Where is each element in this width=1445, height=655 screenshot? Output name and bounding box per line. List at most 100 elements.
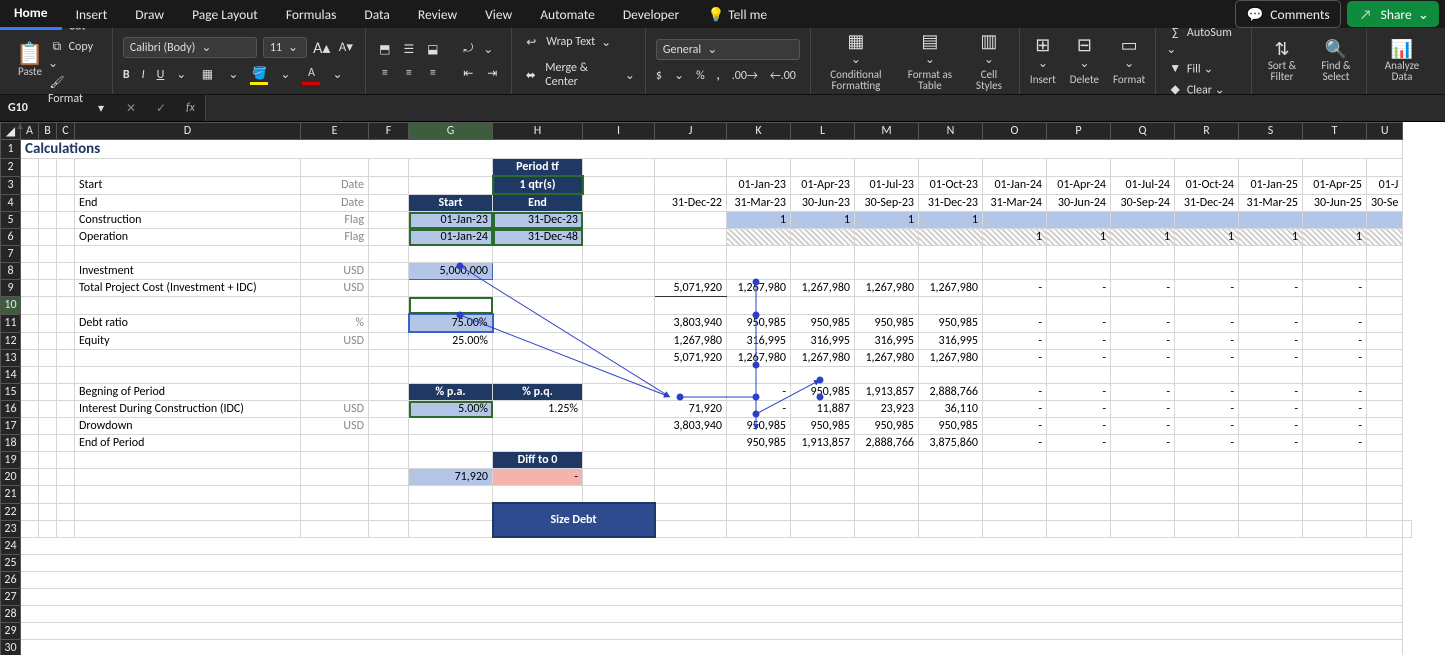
fill-color-icon[interactable]: 🪣 — [250, 64, 268, 85]
align-center-icon[interactable]: ≡ — [400, 64, 418, 82]
underline-button[interactable]: U — [157, 68, 165, 82]
chevron-down-icon: ⌄ — [201, 40, 211, 55]
indent-right-icon[interactable]: ⇥ — [483, 64, 501, 82]
currency-icon[interactable]: $ — [656, 69, 662, 83]
percent-icon[interactable]: % — [696, 69, 705, 83]
tab-developer[interactable]: Developer — [609, 0, 693, 28]
paste-button[interactable]: 📋Paste — [18, 45, 42, 78]
row-4[interactable]: 4EndDateStartEnd31-Dec-2231-Mar-2330-Jun… — [1, 194, 1412, 212]
comments-button[interactable]: 💬Comments — [1235, 0, 1340, 28]
tab-insert[interactable]: Insert — [62, 0, 122, 28]
tab-formulas[interactable]: Formulas — [272, 0, 351, 28]
row-20[interactable]: 2071,920- — [1, 469, 1412, 486]
chevron-down-icon: ⌄ — [288, 40, 298, 55]
sort-button[interactable]: ⇅Sort & Filter — [1262, 40, 1302, 82]
row-sizer-icon[interactable] — [17, 124, 23, 129]
delete-cell-button[interactable]: ⊟⌄Delete — [1070, 36, 1099, 86]
tab-review[interactable]: Review — [404, 0, 471, 28]
formula-input[interactable] — [205, 95, 1445, 121]
tab-view[interactable]: View — [471, 0, 526, 28]
dec-decimal-icon[interactable]: ←.00 — [770, 69, 796, 83]
row-1[interactable]: 1Calculations — [1, 140, 1412, 159]
insert-cell-button[interactable]: ⊞⌄Insert — [1030, 36, 1056, 86]
fill-icon: ▼ — [1166, 60, 1184, 78]
font-color-icon[interactable]: A — [302, 64, 320, 85]
row-9[interactable]: 9Total Project Cost (Investment + IDC)US… — [1, 280, 1412, 297]
row-10[interactable]: 10 — [1, 297, 1412, 315]
row-21[interactable]: 21 — [1, 486, 1412, 504]
row-19[interactable]: 19Diff to 0 — [1, 452, 1412, 469]
row-5[interactable]: 5ConstructionFlag01-Jan-2331-Dec-231111 — [1, 212, 1412, 229]
size-debt-button[interactable]: Size Debt — [493, 503, 655, 537]
row-14[interactable]: 14 — [1, 367, 1412, 384]
cond-format-button[interactable]: ▦⌄Conditional Formatting — [821, 32, 891, 91]
row-29[interactable]: 29 — [1, 623, 1412, 640]
row-2[interactable]: 2Period tf — [1, 159, 1412, 177]
fx-icon[interactable]: fx — [186, 101, 195, 115]
row-8[interactable]: 8InvestmentUSD5,000,000 — [1, 263, 1412, 280]
border-icon[interactable]: ▦ — [198, 66, 216, 84]
bold-button[interactable]: B — [123, 68, 130, 82]
merge-button[interactable]: ⬌ Merge & Center ⌄ — [522, 61, 635, 89]
chevron-down-icon: ⌄ — [332, 67, 342, 82]
tab-home[interactable]: Home — [0, 0, 62, 30]
wrap-button[interactable]: ↩ Wrap Text ⌄ — [522, 33, 611, 51]
align-right-icon[interactable]: ≡ — [424, 64, 442, 82]
copy-button[interactable]: ⧉ Copy ⌄ — [48, 38, 102, 71]
orientation-icon[interactable]: ⤾ — [459, 40, 477, 58]
align-top-icon[interactable]: ⬒ — [376, 40, 394, 58]
font-name-select[interactable]: Calibri (Body)⌄ — [123, 37, 257, 58]
tab-draw[interactable]: Draw — [121, 0, 178, 28]
inc-decimal-icon[interactable]: .00→ — [732, 69, 758, 83]
chevron-down-icon: ⌄ — [674, 68, 684, 83]
number-format-select[interactable]: General⌄ — [656, 39, 800, 60]
analyze-button[interactable]: 📊Analyze Data — [1377, 40, 1427, 82]
align-left-icon[interactable]: ≡ — [376, 64, 394, 82]
row-23[interactable]: 23 — [1, 520, 1412, 537]
align-bot-icon[interactable]: ⬓ — [424, 40, 442, 58]
row-3[interactable]: 3StartDate1 qtr(s)01-Jan-2301-Apr-2301-J… — [1, 176, 1412, 194]
row-12[interactable]: 12EquityUSD25.00%1,267,980316,995316,995… — [1, 332, 1412, 350]
row-28[interactable]: 28 — [1, 606, 1412, 623]
column-headers[interactable]: ◢ ABCDEF G HIJKLMNOPQRSTU — [1, 123, 1412, 140]
cancel-icon[interactable]: ✕ — [122, 99, 140, 117]
table-icon: ▤ — [921, 32, 939, 50]
comma-icon[interactable]: , — [717, 69, 720, 83]
row-25[interactable]: 25 — [1, 555, 1412, 572]
name-box[interactable]: G10 — [0, 101, 86, 115]
row-11[interactable]: 11Debt ratio%75.00%3,803,940950,985950,9… — [1, 314, 1412, 332]
enter-icon[interactable]: ✓ — [152, 99, 170, 117]
indent-left-icon[interactable]: ⇤ — [459, 64, 477, 82]
fill-button[interactable]: ▼ Fill ⌄ — [1166, 60, 1241, 78]
cell-styles-button[interactable]: ▥⌄Cell Styles — [969, 32, 1009, 91]
row-30[interactable]: 30 — [1, 640, 1412, 655]
chevron-down-icon[interactable]: ▾ — [92, 99, 110, 117]
row-15[interactable]: 15Begning of Period% p.a.% p.q.-950,9851… — [1, 384, 1412, 401]
autosum-button[interactable]: ∑ AutoSum ⌄ — [1166, 24, 1241, 57]
share-button[interactable]: ↗Share ⌄ — [1347, 1, 1439, 27]
row-22[interactable]: 22Size Debt — [1, 503, 1412, 520]
tab-tellme[interactable]: 💡 Tell me — [693, 0, 781, 28]
row-27[interactable]: 27 — [1, 589, 1412, 606]
tab-automate[interactable]: Automate — [526, 0, 609, 28]
align-mid-icon[interactable]: ☰ — [400, 40, 418, 58]
font-size-select[interactable]: 11⌄ — [263, 37, 307, 58]
decrease-font-icon[interactable]: A▾ — [337, 39, 355, 57]
row-17[interactable]: 17DrowdownUSD3,803,940950,985950,985950,… — [1, 418, 1412, 435]
chevron-down-icon: ⌄ — [984, 52, 994, 67]
row-24[interactable]: 24 — [1, 537, 1412, 555]
spreadsheet-grid[interactable]: ◢ ABCDEF G HIJKLMNOPQRSTU 1Calculations … — [0, 122, 1445, 655]
row-16[interactable]: 16Interest During Construction (IDC)USD5… — [1, 401, 1412, 418]
tab-data[interactable]: Data — [350, 0, 403, 28]
find-button[interactable]: 🔍Find & Select — [1316, 40, 1356, 82]
row-6[interactable]: 6OperationFlag01-Jan-2431-Dec-48111111 — [1, 229, 1412, 246]
format-table-button[interactable]: ▤⌄Format as Table — [905, 32, 955, 91]
italic-button[interactable]: I — [142, 68, 145, 82]
row-18[interactable]: 18End of Period950,9851,913,8572,888,766… — [1, 435, 1412, 452]
format-cell-button[interactable]: ▭⌄Format — [1113, 36, 1145, 86]
row-26[interactable]: 26 — [1, 572, 1412, 589]
increase-font-icon[interactable]: A▴ — [313, 39, 331, 57]
row-13[interactable]: 135,071,9201,267,9801,267,9801,267,9801,… — [1, 350, 1412, 367]
row-7[interactable]: 7 — [1, 246, 1412, 263]
tab-page-layout[interactable]: Page Layout — [178, 0, 272, 28]
